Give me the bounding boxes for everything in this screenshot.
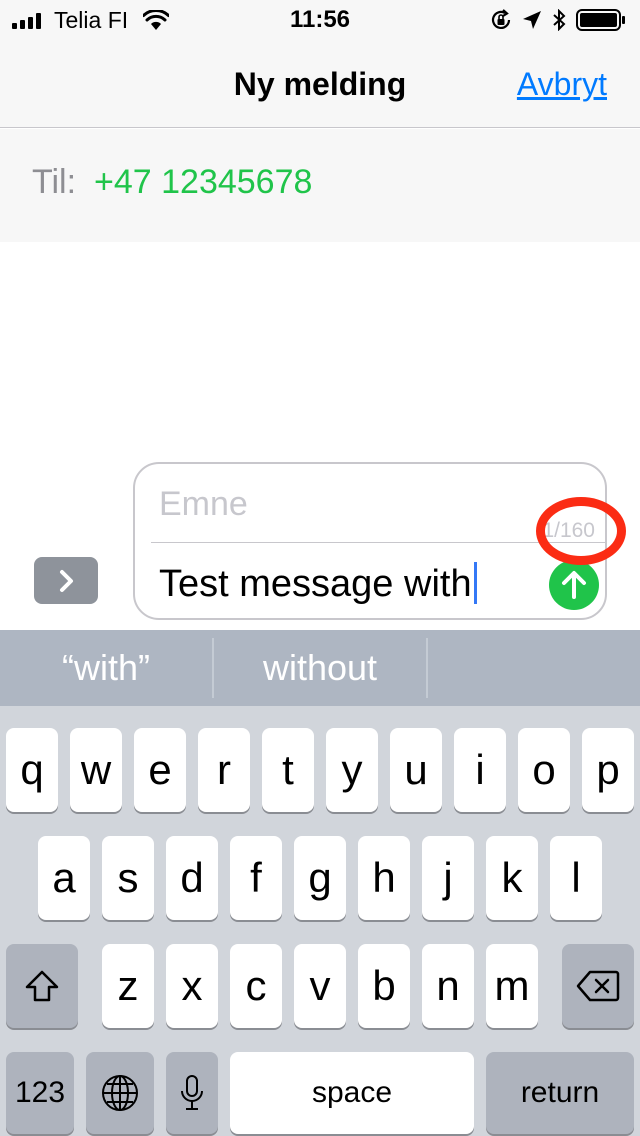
subject-field[interactable] bbox=[159, 482, 519, 526]
key-k[interactable]: k bbox=[486, 836, 538, 920]
location-arrow-icon bbox=[523, 11, 541, 29]
send-button[interactable] bbox=[549, 560, 599, 610]
prediction-1[interactable]: “with” bbox=[0, 630, 212, 706]
arrow-up-icon bbox=[562, 571, 586, 599]
key-j[interactable]: j bbox=[422, 836, 474, 920]
keyboard: q w e r t y u i o p a s d f g h j k l z … bbox=[0, 706, 640, 1136]
key-l[interactable]: l bbox=[550, 836, 602, 920]
bluetooth-icon bbox=[553, 9, 566, 31]
key-h[interactable]: h bbox=[358, 836, 410, 920]
prediction-2[interactable]: without bbox=[214, 630, 426, 706]
numbers-key[interactable]: 123 bbox=[6, 1052, 74, 1134]
recipient-label: Til: bbox=[32, 163, 77, 201]
key-b[interactable]: b bbox=[358, 944, 410, 1028]
key-u[interactable]: u bbox=[390, 728, 442, 812]
globe-key[interactable] bbox=[86, 1052, 154, 1134]
key-c[interactable]: c bbox=[230, 944, 282, 1028]
shift-key[interactable] bbox=[6, 944, 78, 1028]
space-key[interactable]: space bbox=[230, 1052, 474, 1134]
key-d[interactable]: d bbox=[166, 836, 218, 920]
key-x[interactable]: x bbox=[166, 944, 218, 1028]
predictive-text-bar: “with” without bbox=[0, 630, 640, 706]
key-g[interactable]: g bbox=[294, 836, 346, 920]
message-input[interactable]: Test message with bbox=[159, 562, 477, 606]
status-bar: Telia FI 11:56 bbox=[0, 0, 640, 40]
character-counter: 1/160 bbox=[542, 519, 595, 542]
battery-icon bbox=[576, 9, 625, 31]
orientation-lock-icon bbox=[491, 9, 511, 29]
key-f[interactable]: f bbox=[230, 836, 282, 920]
key-z[interactable]: z bbox=[102, 944, 154, 1028]
recipient-number[interactable]: +47 12345678 bbox=[94, 163, 312, 202]
status-icons bbox=[490, 8, 626, 32]
compose-divider bbox=[151, 542, 607, 543]
key-v[interactable]: v bbox=[294, 944, 346, 1028]
dictation-key[interactable] bbox=[166, 1052, 218, 1134]
message-compose-box: 1/160 Test message with bbox=[133, 462, 607, 620]
key-e[interactable]: e bbox=[134, 728, 186, 812]
key-t[interactable]: t bbox=[262, 728, 314, 812]
key-m[interactable]: m bbox=[486, 944, 538, 1028]
key-y[interactable]: y bbox=[326, 728, 378, 812]
key-p[interactable]: p bbox=[582, 728, 634, 812]
key-n[interactable]: n bbox=[422, 944, 474, 1028]
microphone-icon bbox=[181, 1075, 203, 1110]
delete-backspace-icon bbox=[576, 970, 620, 1002]
cancel-button[interactable]: Avbryt bbox=[517, 66, 607, 103]
key-q[interactable]: q bbox=[6, 728, 58, 812]
shift-arrow-icon bbox=[25, 970, 59, 1002]
key-o[interactable]: o bbox=[518, 728, 570, 812]
key-s[interactable]: s bbox=[102, 836, 154, 920]
key-i[interactable]: i bbox=[454, 728, 506, 812]
key-w[interactable]: w bbox=[70, 728, 122, 812]
message-text: Test message with bbox=[159, 563, 472, 605]
return-key[interactable]: return bbox=[486, 1052, 634, 1134]
globe-icon bbox=[102, 1075, 138, 1111]
chevron-right-icon bbox=[60, 569, 73, 592]
prediction-3[interactable] bbox=[428, 630, 640, 706]
navigation-bar: Ny melding Avbryt bbox=[0, 40, 640, 128]
expand-apps-button[interactable] bbox=[34, 557, 98, 604]
delete-key[interactable] bbox=[562, 944, 634, 1028]
key-r[interactable]: r bbox=[198, 728, 250, 812]
text-cursor bbox=[473, 562, 477, 604]
recipient-field[interactable]: Til: +47 12345678 bbox=[0, 129, 640, 242]
key-a[interactable]: a bbox=[38, 836, 90, 920]
